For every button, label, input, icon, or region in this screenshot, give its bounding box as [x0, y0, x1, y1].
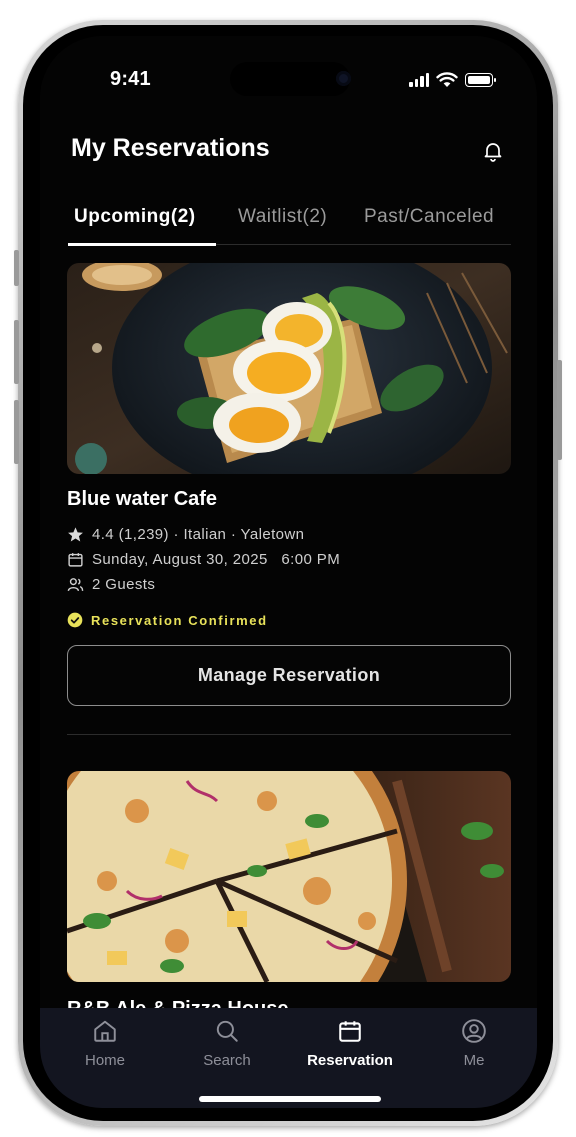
wifi-icon: [436, 72, 458, 87]
reservation-date-time: Sunday, August 30, 2025 6:00 PM: [67, 551, 340, 568]
status-time: 9:41: [110, 68, 151, 90]
nav-reservation[interactable]: Reservation: [295, 1018, 405, 1069]
action-button: [14, 250, 19, 286]
tab-upcoming[interactable]: Upcoming(2): [74, 206, 196, 228]
check-circle-icon: [67, 612, 83, 628]
cellular-signal-icon: [409, 73, 429, 87]
nav-home[interactable]: Home: [50, 1018, 160, 1069]
pizza-photo: [67, 771, 511, 982]
battery-icon: [465, 73, 496, 87]
tab-upcoming-label: Upcoming(2): [74, 206, 196, 227]
status-badge: Reservation Confirmed: [67, 612, 268, 628]
tab-waitlist-label: Waitlist(2): [238, 206, 328, 227]
guest-count: 2 Guests: [67, 576, 155, 593]
rating-line: 4.4 (1,239) · Italian · Yaletown: [92, 526, 305, 543]
bottom-navigation: Home Search Reservation Me: [40, 1008, 537, 1108]
nav-reservation-label: Reservation: [307, 1052, 393, 1069]
active-tab-indicator: [68, 243, 216, 246]
tab-past-canceled[interactable]: Past/Canceled: [364, 206, 494, 228]
user-icon: [462, 1019, 486, 1043]
status-bar: 9:41: [40, 36, 537, 116]
tab-past-canceled-label: Past/Canceled: [364, 206, 495, 227]
restaurant-name[interactable]: Blue water Cafe: [67, 488, 217, 511]
tab-waitlist[interactable]: Waitlist(2): [238, 206, 327, 228]
dynamic-island: [230, 62, 350, 96]
volume-up-button: [14, 320, 19, 384]
calendar-icon: [68, 553, 83, 567]
page-title: My Reservations: [71, 134, 270, 162]
nav-search-label: Search: [203, 1052, 251, 1069]
power-button: [557, 360, 562, 460]
search-icon: [216, 1020, 238, 1042]
nav-me[interactable]: Me: [419, 1018, 529, 1069]
star-icon: [68, 527, 83, 542]
guests-text: 2 Guests: [92, 576, 156, 593]
nav-search[interactable]: Search: [172, 1018, 282, 1069]
manage-reservation-label: Manage Reservation: [197, 665, 381, 685]
card-divider: [67, 734, 511, 735]
volume-down-button: [14, 400, 19, 464]
status-text: Reservation Confirmed: [91, 612, 268, 628]
rating-cuisine-location: 4.4 (1,239) · Italian · Yaletown: [67, 526, 304, 543]
status-icons: [409, 72, 496, 88]
home-indicator[interactable]: [199, 1096, 381, 1102]
nav-home-label: Home: [84, 1052, 125, 1069]
screen: 9:41 My Reservations Upcoming(2) Waitlis…: [40, 36, 537, 1108]
restaurant-photo[interactable]: [67, 263, 511, 474]
reservation-tabs: Upcoming(2) Waitlist(2) Past/Canceled: [68, 206, 511, 246]
nav-me-label: Me: [463, 1052, 485, 1069]
date-line: Sunday, August 30, 2025 6:00 PM: [92, 551, 341, 568]
camera-icon: [336, 71, 351, 86]
calendar-icon: [339, 1021, 361, 1042]
home-icon: [94, 1020, 116, 1042]
egg-toast-photo: [67, 263, 511, 474]
restaurant-photo[interactable]: [67, 771, 511, 982]
bell-icon[interactable]: [481, 139, 505, 163]
users-icon: [67, 578, 84, 592]
manage-reservation-button[interactable]: Manage Reservation: [67, 645, 511, 706]
